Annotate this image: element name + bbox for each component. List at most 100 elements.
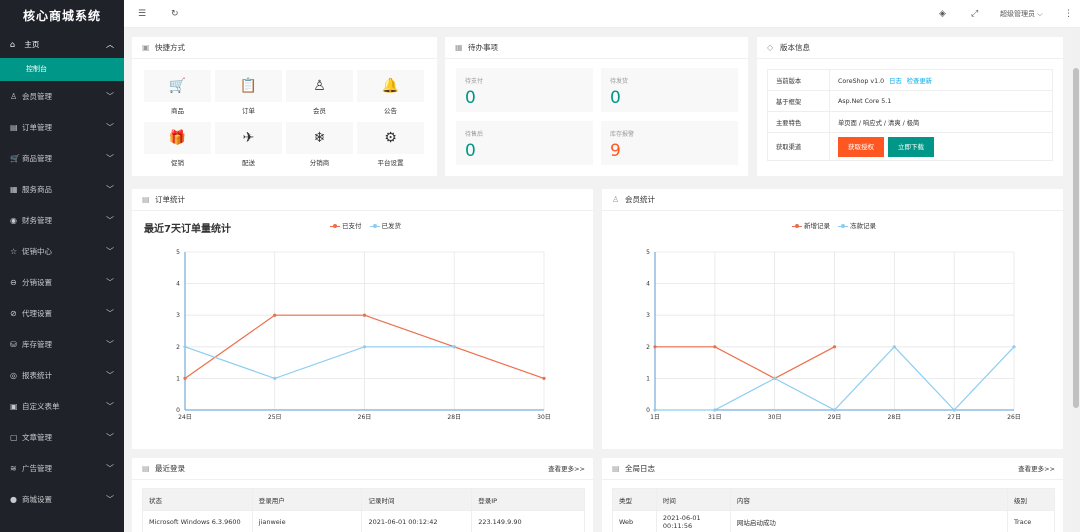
data-point[interactable]	[542, 376, 546, 380]
sidebar-item[interactable]: ◎ 报表统计 ﹀	[0, 360, 124, 391]
sidebar-item[interactable]: ≋ 广告管理 ﹀	[0, 453, 124, 484]
quick-gift-button[interactable]: 🎁	[144, 122, 211, 154]
sidebar-item[interactable]: ● 商城设置 ﹀	[0, 484, 124, 515]
sidebar-item-console[interactable]: 控制台	[0, 58, 124, 81]
sidebar-item[interactable]: ▤ 订单管理 ﹀	[0, 112, 124, 143]
sidebar-item[interactable]: ▢ 文章管理 ﹀	[0, 422, 124, 453]
log-more-link[interactable]: 查看更多>>	[1018, 458, 1055, 480]
login-more-link[interactable]: 查看更多>>	[548, 458, 585, 480]
todo-card[interactable]: 库存报警 9	[601, 121, 738, 165]
table-header-row: 类型 时间 内容 级别	[612, 488, 1055, 511]
data-point[interactable]	[952, 408, 956, 412]
quick-bell-button[interactable]: 🔔	[357, 70, 424, 102]
theme-icon[interactable]: ◈	[939, 0, 946, 28]
x-tick-label: 30日	[768, 414, 782, 421]
data-point[interactable]	[773, 376, 777, 380]
shortcut-icon: ▣	[142, 43, 150, 52]
chevron-down-icon: ﹀	[106, 433, 114, 442]
quick-panel-header: ▣ 快捷方式	[132, 37, 437, 59]
login-table: 状态 登录用户 记录时间 登录IP Microsoft Windows 6.3.9600…	[142, 488, 585, 532]
sidebar-item-label: 分销设置	[22, 278, 52, 287]
log-table: 类型 时间 内容 级别 Web 2021-06-01 00:11:56 网站启动成功 Trac…	[612, 488, 1055, 532]
data-point[interactable]	[1012, 345, 1016, 349]
data-point[interactable]	[273, 376, 277, 380]
todo-card[interactable]: 待售后 0	[456, 121, 593, 165]
todo-value: 0	[465, 141, 476, 161]
sidebar-item-label: 主页	[24, 40, 40, 49]
data-point[interactable]	[713, 345, 717, 349]
sidebar-item-home[interactable]: ⌂ 主页 ︿	[0, 32, 124, 58]
finance-icon: ◉	[10, 216, 17, 225]
chevron-down-icon: ﹀	[106, 92, 114, 101]
data-point[interactable]	[362, 313, 367, 317]
data-point[interactable]	[653, 408, 657, 412]
todo-label: 待支付	[465, 78, 484, 85]
quick-cart-button[interactable]: 🛒	[144, 70, 211, 102]
sidebar-item-label: 服务商品	[22, 185, 52, 194]
data-point[interactable]	[713, 408, 717, 412]
sidebar-item-label: 财务管理	[22, 216, 52, 225]
user-icon: ♙	[313, 78, 326, 94]
y-tick-label: 1	[176, 375, 180, 382]
quick-gear-button[interactable]: ⚙	[357, 122, 424, 154]
data-point[interactable]	[183, 376, 187, 380]
chevron-down-icon: ﹀	[106, 309, 114, 318]
check-update-link[interactable]: 检查更新	[907, 78, 932, 85]
data-point[interactable]	[183, 345, 187, 349]
y-tick-label: 5	[176, 249, 180, 256]
sidebar-item-label: 商城设置	[22, 495, 52, 504]
admin-menu[interactable]: 超级管理员 ⌵	[1000, 0, 1043, 28]
table-header: 状态	[142, 488, 253, 511]
user-icon: ♙	[10, 92, 18, 101]
changelog-link[interactable]: 日志	[889, 78, 902, 85]
data-point[interactable]	[832, 345, 837, 349]
home-icon: ⌂	[10, 40, 16, 49]
refresh-icon[interactable]: ↻	[171, 0, 179, 28]
quick-send-button[interactable]: ✈	[215, 122, 282, 154]
sidebar-item[interactable]: ▣ 自定义表单 ﹀	[0, 391, 124, 422]
quick-snowflake-button[interactable]: ❄	[286, 122, 353, 154]
data-point[interactable]	[832, 408, 837, 412]
quick-user-button[interactable]: ♙	[286, 70, 353, 102]
fullscreen-icon[interactable]: ⤢	[971, 0, 978, 28]
cart-icon: 🛒	[10, 154, 20, 163]
chevron-down-icon: ﹀	[106, 185, 114, 194]
sidebar-item[interactable]: ⊘ 代理设置 ﹀	[0, 298, 124, 329]
sidebar-item[interactable]: ◉ 财务管理 ﹀	[0, 205, 124, 236]
download-button[interactable]: 立即下载	[888, 136, 934, 157]
bell-icon: 🔔	[381, 78, 400, 94]
quick-label: 会员	[313, 107, 326, 115]
chevron-down-icon: ﹀	[106, 402, 114, 411]
data-point[interactable]	[653, 345, 657, 349]
sidebar-item[interactable]: ♙ 会员管理 ﹀	[0, 81, 124, 112]
sidebar-item[interactable]: 🛒 商品管理 ﹀	[0, 143, 124, 174]
sidebar-item[interactable]: ⊖ 分销设置 ﹀	[0, 267, 124, 298]
data-point[interactable]	[452, 345, 456, 349]
quick-label: 平台设置	[377, 159, 404, 167]
table-header: 时间	[655, 488, 731, 511]
order-icon: ▤	[10, 123, 18, 132]
x-tick-label: 26日	[1007, 414, 1021, 421]
order-stats-panel: ▤ 订单统计 最近7天订单量统计 已支付 已发货 0 1 2 3 4 5 24日 25日 26日 28…	[132, 189, 593, 449]
version-panel: ◇ 版本信息 当前版本 CoreShop v1.0 日志 检查更新 基于框架 Asp.Ne…	[757, 37, 1063, 176]
quick-label: 促销	[171, 159, 184, 167]
data-point[interactable]	[892, 345, 896, 349]
cart-icon: 🛒	[168, 78, 187, 94]
data-point[interactable]	[362, 345, 367, 349]
scrollbar[interactable]	[1072, 28, 1080, 532]
data-point[interactable]	[273, 313, 277, 317]
menu-toggle-icon[interactable]: ☰	[138, 0, 146, 28]
sidebar-item[interactable]: ☆ 促销中心 ﹀	[0, 236, 124, 267]
scrollbar-thumb[interactable]	[1073, 68, 1079, 408]
series-line	[184, 346, 455, 380]
todo-label: 待发货	[610, 78, 629, 85]
more-icon[interactable]: ⋮	[1064, 0, 1073, 28]
todo-card[interactable]: 待支付 0	[456, 68, 593, 112]
y-tick-label: 2	[176, 344, 180, 351]
sidebar-item[interactable]: ▦ 服务商品 ﹀	[0, 174, 124, 205]
table-cell: Microsoft Windows 6.3.9600	[142, 510, 253, 532]
todo-card[interactable]: 待发货 0	[601, 68, 738, 112]
sidebar-item[interactable]: ⛁ 库存管理 ﹀	[0, 329, 124, 360]
quick-clipboard-button[interactable]: 📋	[215, 70, 282, 102]
get-license-button[interactable]: 获取授权	[838, 136, 884, 157]
